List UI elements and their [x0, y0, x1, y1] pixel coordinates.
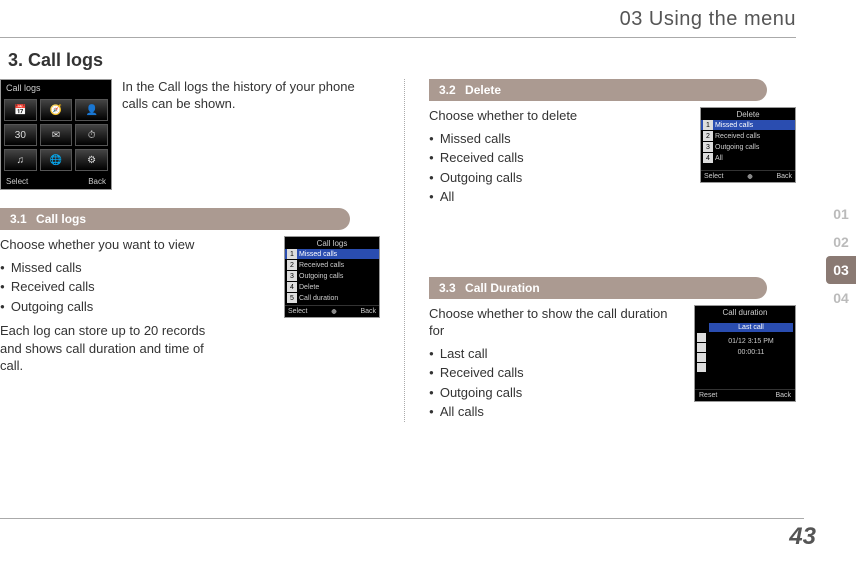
- subsection-label: Delete: [465, 83, 501, 97]
- mail-icon: ✉: [40, 124, 73, 146]
- softkey-left: Select: [704, 173, 723, 180]
- intro-text: In the Call logs the history of your pho…: [122, 79, 380, 190]
- tab-04[interactable]: 04: [826, 284, 856, 312]
- subsection-lead: Choose whether to delete: [429, 107, 639, 125]
- calendar-icon: 📅: [4, 99, 37, 121]
- screenshot-delete-list: Delete 1Missed calls 2Received calls 3Ou…: [700, 107, 796, 183]
- subsection-heading-3-2: 3.2 Delete: [429, 79, 767, 101]
- clock-icon: ⏱: [75, 124, 108, 146]
- duration-date: 01/12 3:15 PM: [709, 338, 793, 345]
- subsection-lead: Choose whether to show the call duration…: [429, 305, 669, 340]
- tab-02[interactable]: 02: [826, 228, 856, 256]
- phone-title: Call logs: [1, 80, 111, 96]
- phone-title: Delete: [701, 108, 795, 120]
- subsection-after: Each log can store up to 20 records and …: [0, 322, 220, 375]
- subsection-number: 3.1: [10, 212, 27, 226]
- softkey-right: Back: [775, 392, 791, 399]
- side-tabs: 01 02 03 04: [826, 200, 856, 312]
- page-number: 43: [789, 523, 816, 551]
- softkey-center-icon: [327, 308, 341, 315]
- screenshot-call-duration: Call duration Last call 01/12 3:15 PM 00…: [694, 305, 796, 402]
- subsection-number: 3.2: [439, 83, 456, 97]
- duration-time: 00:00:11: [709, 349, 793, 356]
- globe-icon: 🌐: [40, 149, 73, 171]
- date-icon: 30: [4, 124, 37, 146]
- gear-icon: ⚙: [75, 149, 108, 171]
- subsection-heading-3-3: 3.3 Call Duration: [429, 277, 767, 299]
- tab-01[interactable]: 01: [826, 200, 856, 228]
- compass-icon: 🧭: [40, 99, 73, 121]
- page-header: 03 Using the menu: [0, 0, 856, 37]
- list-item: All: [429, 187, 796, 207]
- highlight-row: Last call: [709, 323, 793, 332]
- softkey-left: Reset: [699, 392, 717, 399]
- screenshot-call-logs-grid: Call logs 📅 🧭 👤 30 ✉ ⏱ ♫ 🌐 ⚙ Select Back: [0, 79, 112, 190]
- music-icon: ♫: [4, 149, 37, 171]
- subsection-heading-3-1: 3.1 Call logs: [0, 208, 350, 230]
- screenshot-call-logs-list: Call logs 1Missed calls 2Received calls …: [284, 236, 380, 318]
- softkey-left: Select: [288, 308, 307, 315]
- softkey-center-icon: [743, 173, 757, 180]
- phone-title: Call logs: [285, 237, 379, 249]
- subsection-label: Call logs: [36, 212, 86, 226]
- column-right: 3.2 Delete Choose whether to delete Miss…: [404, 79, 796, 422]
- softkey-right: Back: [360, 308, 376, 315]
- subsection-number: 3.3: [439, 281, 456, 295]
- softkey-left: Select: [6, 177, 28, 186]
- contact-icon: 👤: [75, 99, 108, 121]
- subsection-lead: Choose whether you want to view: [0, 236, 230, 254]
- softkey-right: Back: [776, 173, 792, 180]
- subsection-label: Call Duration: [465, 281, 540, 295]
- header-divider: [0, 37, 796, 38]
- list-item: All calls: [429, 402, 796, 422]
- column-left: Call logs 📅 🧭 👤 30 ✉ ⏱ ♫ 🌐 ⚙ Select Back: [0, 79, 380, 422]
- footer-divider: [0, 518, 804, 519]
- softkey-right: Back: [88, 177, 106, 186]
- tab-03[interactable]: 03: [826, 256, 856, 284]
- phone-title: Call duration: [695, 306, 795, 319]
- section-title: 3. Call logs: [8, 50, 856, 71]
